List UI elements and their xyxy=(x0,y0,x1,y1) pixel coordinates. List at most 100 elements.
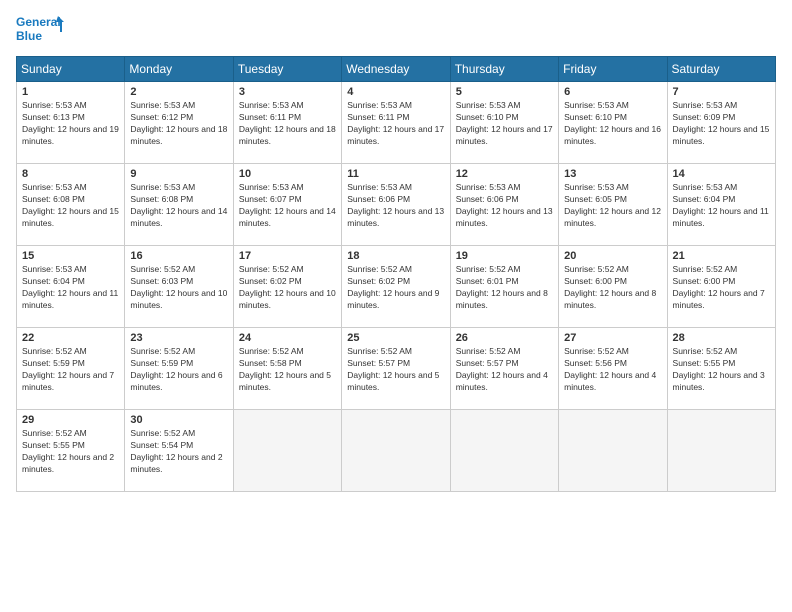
sunset-label: Sunset: 6:03 PM xyxy=(130,276,193,286)
sunrise-label: Sunrise: 5:52 AM xyxy=(130,264,195,274)
sunrise-label: Sunrise: 5:53 AM xyxy=(456,182,521,192)
sunrise-label: Sunrise: 5:52 AM xyxy=(673,346,738,356)
day-info: Sunrise: 5:52 AM Sunset: 5:55 PM Dayligh… xyxy=(673,346,770,394)
calendar-day-cell xyxy=(667,410,775,492)
calendar-day-cell: 7 Sunrise: 5:53 AM Sunset: 6:09 PM Dayli… xyxy=(667,82,775,164)
logo-svg: General Blue xyxy=(16,12,64,48)
sunset-label: Sunset: 5:54 PM xyxy=(130,440,193,450)
day-number: 27 xyxy=(564,332,661,344)
sunset-label: Sunset: 5:58 PM xyxy=(239,358,302,368)
sunset-label: Sunset: 6:00 PM xyxy=(673,276,736,286)
sunset-label: Sunset: 6:11 PM xyxy=(239,112,301,122)
daylight-label: Daylight: 12 hours and 17 minutes. xyxy=(456,124,553,146)
calendar-day-cell: 8 Sunrise: 5:53 AM Sunset: 6:08 PM Dayli… xyxy=(17,164,125,246)
day-info: Sunrise: 5:53 AM Sunset: 6:10 PM Dayligh… xyxy=(564,100,661,148)
day-number: 29 xyxy=(22,414,119,426)
calendar-table: SundayMondayTuesdayWednesdayThursdayFrid… xyxy=(16,56,776,492)
day-number: 10 xyxy=(239,168,336,180)
day-info: Sunrise: 5:53 AM Sunset: 6:09 PM Dayligh… xyxy=(673,100,770,148)
sunrise-label: Sunrise: 5:53 AM xyxy=(456,100,521,110)
day-number: 6 xyxy=(564,86,661,98)
daylight-label: Daylight: 12 hours and 13 minutes. xyxy=(347,206,444,228)
calendar-day-cell: 6 Sunrise: 5:53 AM Sunset: 6:10 PM Dayli… xyxy=(559,82,667,164)
sunrise-label: Sunrise: 5:52 AM xyxy=(456,264,521,274)
calendar-day-cell: 28 Sunrise: 5:52 AM Sunset: 5:55 PM Dayl… xyxy=(667,328,775,410)
sunset-label: Sunset: 6:02 PM xyxy=(347,276,410,286)
calendar-col-header: Friday xyxy=(559,57,667,82)
sunset-label: Sunset: 6:04 PM xyxy=(673,194,736,204)
sunrise-label: Sunrise: 5:52 AM xyxy=(673,264,738,274)
daylight-label: Daylight: 12 hours and 8 minutes. xyxy=(456,288,548,310)
day-info: Sunrise: 5:52 AM Sunset: 6:01 PM Dayligh… xyxy=(456,264,553,312)
calendar-day-cell xyxy=(342,410,450,492)
sunrise-label: Sunrise: 5:52 AM xyxy=(239,346,304,356)
svg-text:Blue: Blue xyxy=(16,29,42,43)
day-info: Sunrise: 5:52 AM Sunset: 6:02 PM Dayligh… xyxy=(239,264,336,312)
day-number: 25 xyxy=(347,332,444,344)
daylight-label: Daylight: 12 hours and 8 minutes. xyxy=(564,288,656,310)
daylight-label: Daylight: 12 hours and 13 minutes. xyxy=(456,206,553,228)
calendar-day-cell: 27 Sunrise: 5:52 AM Sunset: 5:56 PM Dayl… xyxy=(559,328,667,410)
sunset-label: Sunset: 5:57 PM xyxy=(456,358,519,368)
day-number: 14 xyxy=(673,168,770,180)
day-info: Sunrise: 5:52 AM Sunset: 5:57 PM Dayligh… xyxy=(347,346,444,394)
daylight-label: Daylight: 12 hours and 7 minutes. xyxy=(673,288,765,310)
calendar-day-cell: 18 Sunrise: 5:52 AM Sunset: 6:02 PM Dayl… xyxy=(342,246,450,328)
daylight-label: Daylight: 12 hours and 12 minutes. xyxy=(564,206,661,228)
day-info: Sunrise: 5:53 AM Sunset: 6:06 PM Dayligh… xyxy=(347,182,444,230)
day-number: 5 xyxy=(456,86,553,98)
sunrise-label: Sunrise: 5:53 AM xyxy=(130,100,195,110)
day-info: Sunrise: 5:53 AM Sunset: 6:12 PM Dayligh… xyxy=(130,100,227,148)
sunrise-label: Sunrise: 5:53 AM xyxy=(347,182,412,192)
sunrise-label: Sunrise: 5:53 AM xyxy=(22,100,87,110)
day-info: Sunrise: 5:53 AM Sunset: 6:07 PM Dayligh… xyxy=(239,182,336,230)
sunset-label: Sunset: 6:12 PM xyxy=(130,112,193,122)
sunset-label: Sunset: 5:56 PM xyxy=(564,358,627,368)
day-number: 23 xyxy=(130,332,227,344)
calendar-day-cell: 26 Sunrise: 5:52 AM Sunset: 5:57 PM Dayl… xyxy=(450,328,558,410)
sunrise-label: Sunrise: 5:53 AM xyxy=(673,100,738,110)
daylight-label: Daylight: 12 hours and 15 minutes. xyxy=(673,124,770,146)
day-info: Sunrise: 5:52 AM Sunset: 6:00 PM Dayligh… xyxy=(673,264,770,312)
day-number: 20 xyxy=(564,250,661,262)
calendar-day-cell: 17 Sunrise: 5:52 AM Sunset: 6:02 PM Dayl… xyxy=(233,246,341,328)
sunset-label: Sunset: 6:10 PM xyxy=(456,112,519,122)
sunrise-label: Sunrise: 5:52 AM xyxy=(130,346,195,356)
sunset-label: Sunset: 5:59 PM xyxy=(130,358,193,368)
sunset-label: Sunset: 6:06 PM xyxy=(456,194,519,204)
daylight-label: Daylight: 12 hours and 5 minutes. xyxy=(347,370,439,392)
day-number: 15 xyxy=(22,250,119,262)
calendar-day-cell: 13 Sunrise: 5:53 AM Sunset: 6:05 PM Dayl… xyxy=(559,164,667,246)
day-info: Sunrise: 5:53 AM Sunset: 6:04 PM Dayligh… xyxy=(22,264,119,312)
sunset-label: Sunset: 6:02 PM xyxy=(239,276,302,286)
sunset-label: Sunset: 6:04 PM xyxy=(22,276,85,286)
calendar-day-cell: 10 Sunrise: 5:53 AM Sunset: 6:07 PM Dayl… xyxy=(233,164,341,246)
day-info: Sunrise: 5:53 AM Sunset: 6:10 PM Dayligh… xyxy=(456,100,553,148)
sunset-label: Sunset: 6:08 PM xyxy=(130,194,193,204)
calendar-day-cell: 22 Sunrise: 5:52 AM Sunset: 5:59 PM Dayl… xyxy=(17,328,125,410)
calendar-week-row: 8 Sunrise: 5:53 AM Sunset: 6:08 PM Dayli… xyxy=(17,164,776,246)
sunset-label: Sunset: 5:59 PM xyxy=(22,358,85,368)
day-info: Sunrise: 5:53 AM Sunset: 6:11 PM Dayligh… xyxy=(347,100,444,148)
day-info: Sunrise: 5:53 AM Sunset: 6:05 PM Dayligh… xyxy=(564,182,661,230)
calendar-day-cell: 9 Sunrise: 5:53 AM Sunset: 6:08 PM Dayli… xyxy=(125,164,233,246)
sunrise-label: Sunrise: 5:53 AM xyxy=(564,100,629,110)
daylight-label: Daylight: 12 hours and 18 minutes. xyxy=(130,124,227,146)
daylight-label: Daylight: 12 hours and 2 minutes. xyxy=(22,452,114,474)
calendar-day-cell: 14 Sunrise: 5:53 AM Sunset: 6:04 PM Dayl… xyxy=(667,164,775,246)
day-number: 2 xyxy=(130,86,227,98)
sunrise-label: Sunrise: 5:53 AM xyxy=(673,182,738,192)
day-number: 30 xyxy=(130,414,227,426)
day-number: 11 xyxy=(347,168,444,180)
calendar-day-cell xyxy=(233,410,341,492)
calendar-day-cell: 16 Sunrise: 5:52 AM Sunset: 6:03 PM Dayl… xyxy=(125,246,233,328)
sunrise-label: Sunrise: 5:52 AM xyxy=(564,346,629,356)
page: General Blue SundayMondayTuesdayWednesda… xyxy=(0,0,792,612)
day-number: 28 xyxy=(673,332,770,344)
calendar-col-header: Sunday xyxy=(17,57,125,82)
daylight-label: Daylight: 12 hours and 19 minutes. xyxy=(22,124,119,146)
calendar-day-cell: 21 Sunrise: 5:52 AM Sunset: 6:00 PM Dayl… xyxy=(667,246,775,328)
day-number: 13 xyxy=(564,168,661,180)
day-number: 19 xyxy=(456,250,553,262)
calendar-col-header: Saturday xyxy=(667,57,775,82)
